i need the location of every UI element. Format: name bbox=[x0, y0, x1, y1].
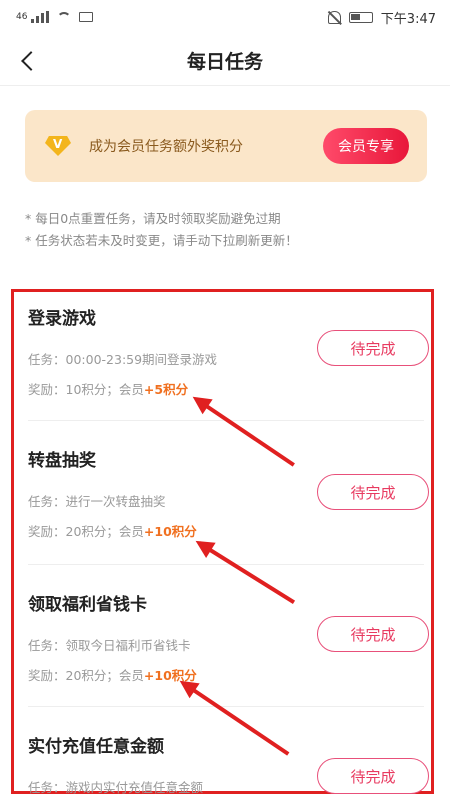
page-title: 每日任务 bbox=[186, 51, 263, 73]
task-name: 登录游戏 bbox=[28, 309, 96, 329]
status-left: 46 bbox=[16, 11, 94, 23]
task-pending-button[interactable]: 待完成 bbox=[317, 330, 429, 366]
signal-icon bbox=[31, 11, 50, 23]
task-pending-button[interactable]: 待完成 bbox=[317, 758, 429, 794]
network-type-text: 46 bbox=[16, 12, 28, 22]
nav-bar: 每日任务 bbox=[0, 36, 450, 86]
task-list: 登录游戏 任务：00:00-23:59期间登录游戏 奖励：10积分；会员+5积分… bbox=[11, 289, 434, 795]
divider bbox=[28, 706, 424, 707]
vip-badge-icon: V bbox=[45, 136, 71, 156]
notes: * 每日0点重置任务，请及时领取奖励避免过期 * 任务状态若未及时变更，请手动下… bbox=[25, 208, 435, 252]
vip-exclusive-button[interactable]: 会员专享 bbox=[323, 128, 409, 164]
task-reward-text: 奖励：10积分；会员 bbox=[28, 382, 144, 397]
task-reward-text: 奖励：20积分；会员 bbox=[28, 668, 144, 683]
task-bonus: +5积分 bbox=[143, 382, 189, 397]
vip-badge-letter: V bbox=[53, 137, 63, 151]
task-reward: 奖励：20积分；会员+10积分 bbox=[28, 521, 424, 540]
bell-mute-icon bbox=[327, 10, 341, 24]
task-name: 实付充值任意金额 bbox=[28, 737, 164, 757]
status-bar: 46 下午3:47 bbox=[0, 0, 450, 34]
note-reset: * 每日0点重置任务，请及时领取奖励避免过期 bbox=[25, 211, 281, 226]
chevron-left-icon[interactable] bbox=[16, 48, 42, 74]
task-pending-button[interactable]: 待完成 bbox=[317, 474, 429, 510]
task-reward-text: 奖励：20积分；会员 bbox=[28, 524, 144, 539]
task-pending-button[interactable]: 待完成 bbox=[317, 616, 429, 652]
battery-icon bbox=[348, 11, 373, 23]
task-name: 转盘抽奖 bbox=[28, 451, 96, 471]
mail-icon bbox=[79, 12, 94, 22]
vip-banner: V 成为会员任务额外奖积分 会员专享 bbox=[25, 110, 427, 182]
wifi-icon bbox=[57, 12, 72, 22]
task-name: 领取福利省钱卡 bbox=[28, 595, 147, 615]
task-bonus: +10积分 bbox=[143, 524, 197, 539]
task-reward: 奖励：20积分；会员+10积分 bbox=[28, 665, 424, 684]
status-time: 下午3:47 bbox=[380, 11, 436, 27]
divider bbox=[28, 564, 424, 565]
note-refresh: * 任务状态若未及时变更，请手动下拉刷新更新！ bbox=[25, 233, 298, 248]
task-reward: 奖励：10积分；会员+5积分 bbox=[28, 379, 424, 398]
vip-banner-text: 成为会员任务额外奖积分 bbox=[89, 139, 243, 155]
status-right: 下午3:47 bbox=[327, 8, 436, 27]
